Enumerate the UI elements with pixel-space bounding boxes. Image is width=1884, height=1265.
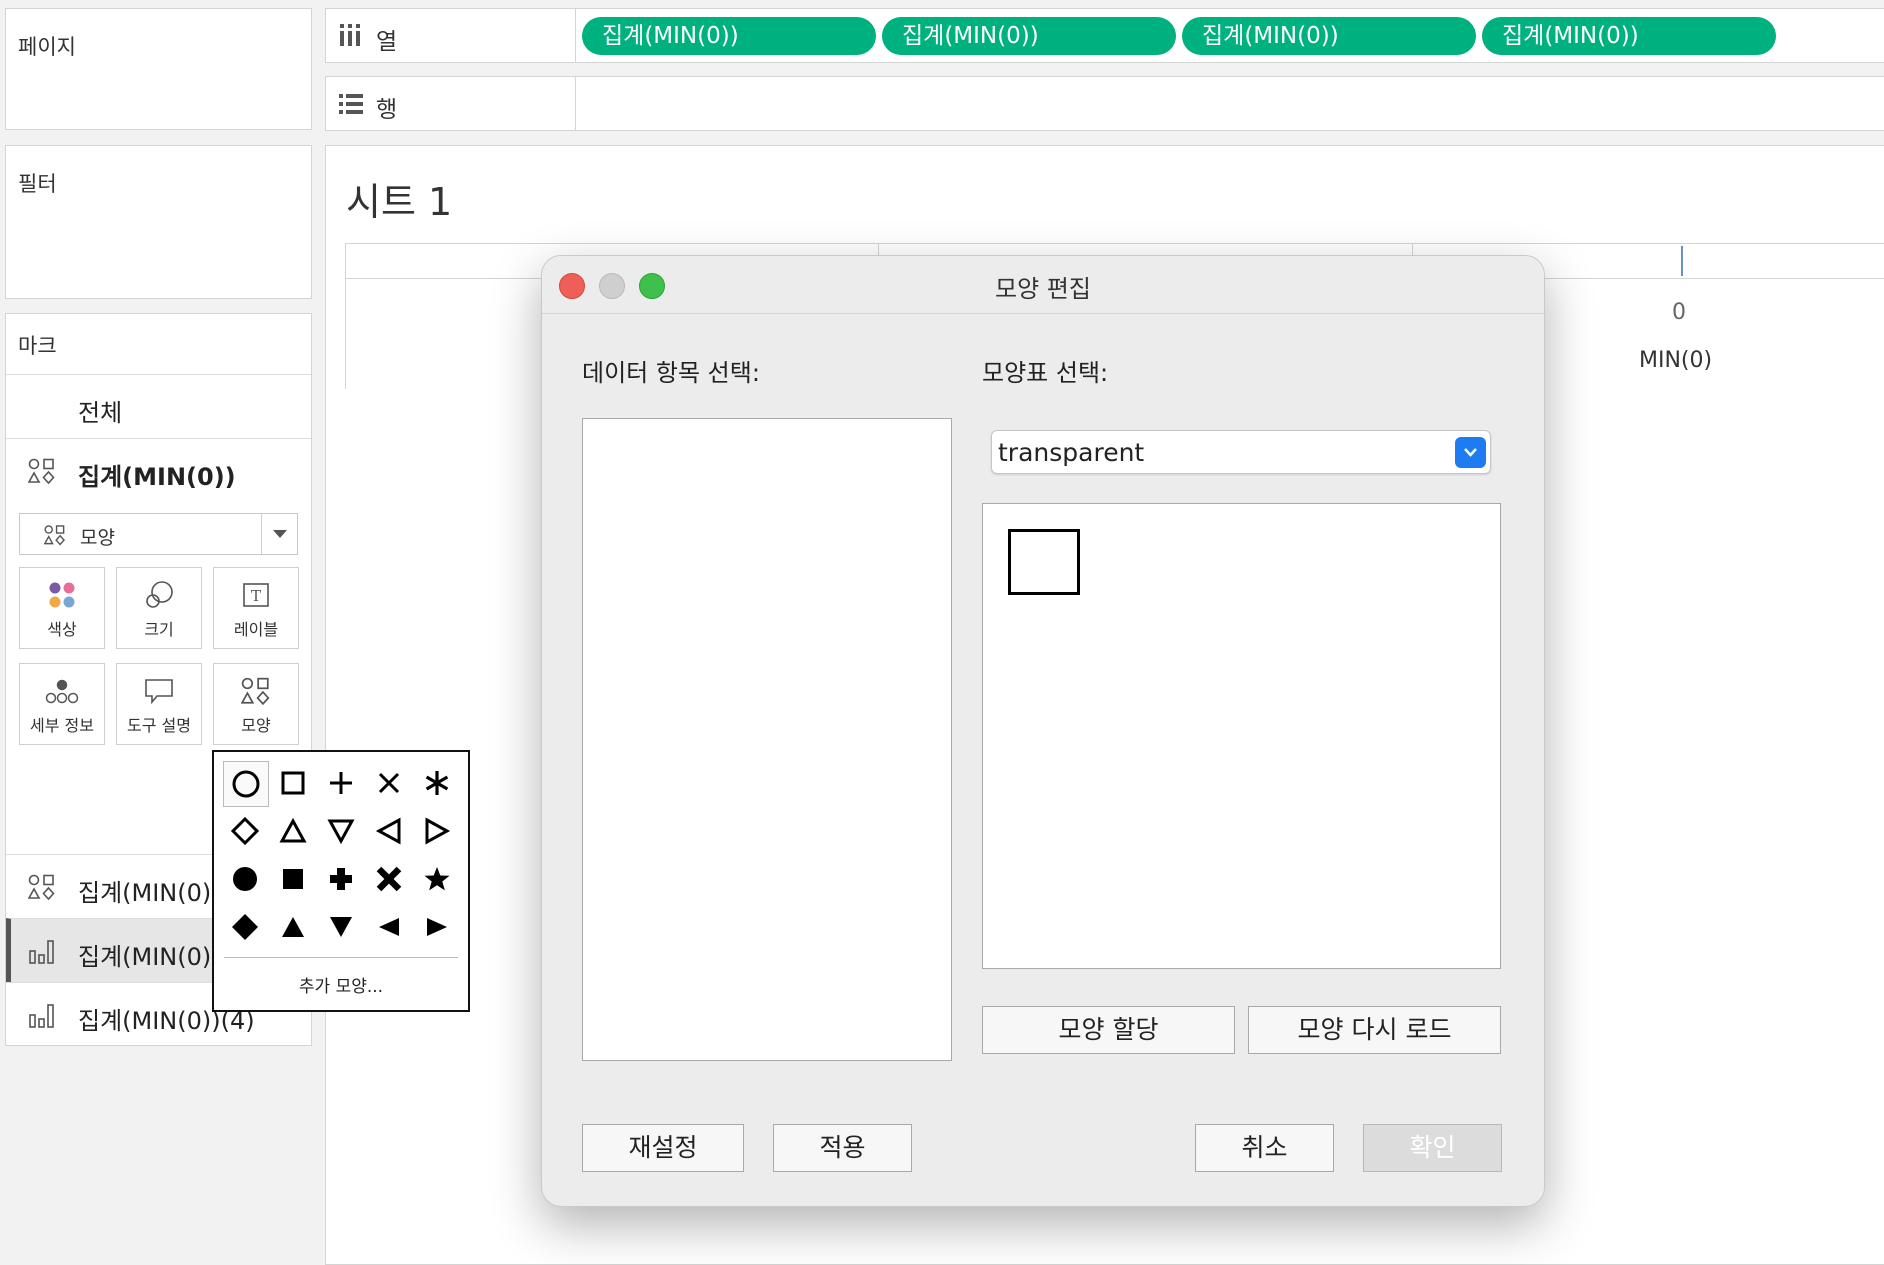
circle-filled-icon[interactable] [223, 857, 267, 901]
circle-outline-icon[interactable] [223, 761, 269, 807]
more-shapes-link[interactable]: 추가 모양... [214, 972, 468, 997]
triangle-left-outline-icon[interactable] [367, 809, 411, 853]
color-icon [49, 582, 75, 608]
triangle-up-filled-icon[interactable] [271, 905, 315, 949]
filters-card[interactable]: 필터 [5, 145, 312, 299]
bar-chart-icon [29, 940, 54, 964]
rows-shelf[interactable]: 행 [325, 76, 1884, 131]
marks-active-field-label: 집계(MIN(0)) [78, 463, 236, 491]
dialog-titlebar[interactable]: 모양 편집 [542, 256, 1544, 314]
asterisk-icon[interactable] [415, 761, 459, 805]
shape-grid[interactable] [982, 503, 1501, 969]
size-button-label: 크기 [144, 620, 174, 639]
marks-all-label: 전체 [78, 399, 123, 427]
triangle-right-outline-icon[interactable] [415, 809, 459, 853]
rows-label: 행 [376, 97, 398, 123]
square-outline-icon[interactable] [271, 761, 315, 805]
reset-button[interactable]: 재설정 [582, 1124, 744, 1172]
column-pill[interactable]: 집계(MIN(0)) [1182, 17, 1476, 55]
axis-title: MIN(0) [1639, 348, 1713, 373]
marks-title: 마크 [18, 334, 57, 358]
cross-icon[interactable] [367, 761, 411, 805]
shape-mark-icon [28, 458, 55, 485]
chevron-down-icon [273, 530, 287, 538]
columns-icon [340, 24, 360, 46]
columns-label: 열 [376, 29, 398, 55]
label-button-label: 레이블 [233, 620, 279, 639]
select-arrow-button[interactable] [1455, 437, 1486, 468]
plus-icon[interactable] [319, 761, 363, 805]
mark-type-dropdown[interactable]: 모양 [19, 513, 298, 555]
edit-shape-dialog: 모양 편집 데이터 항목 선택: 모양표 선택: transparent 모양 … [541, 255, 1545, 1207]
detail-icon [45, 679, 79, 704]
shape-palette-popup: 추가 모양... [212, 750, 470, 1012]
shape-mark-icon [44, 525, 65, 546]
axis-tick-label: 0 [1672, 300, 1686, 325]
marks-active-field-tab[interactable]: 집계(MIN(0)) [6, 438, 311, 502]
assign-shape-button[interactable]: 모양 할당 [982, 1006, 1235, 1054]
detail-button[interactable]: 세부 정보 [19, 663, 105, 745]
shape-mark-icon [241, 677, 270, 706]
chevron-down-icon [1464, 448, 1477, 457]
triangle-down-outline-icon[interactable] [319, 809, 363, 853]
star-filled-icon[interactable] [415, 857, 459, 901]
ok-button[interactable]: 확인 [1363, 1124, 1502, 1172]
field-row-label: 집계(MIN(0)) [78, 879, 221, 907]
triangle-up-outline-icon[interactable] [271, 809, 315, 853]
detail-button-label: 세부 정보 [30, 716, 94, 735]
rows-shelf-label: 행 [326, 77, 576, 130]
color-button[interactable]: 색상 [19, 567, 105, 649]
color-button-label: 색상 [47, 620, 77, 639]
text-label-icon: T [243, 583, 269, 607]
triangle-right-filled-icon[interactable] [415, 905, 459, 949]
tooltip-button[interactable]: 도구 설명 [116, 663, 202, 745]
field-row-label: 집계(MIN(0)) [78, 943, 221, 971]
rows-icon [339, 94, 363, 114]
dialog-title: 모양 편집 [995, 275, 1091, 303]
palette-select[interactable]: transparent [991, 430, 1491, 474]
shape-mark-icon [28, 874, 55, 901]
palette-divider [224, 957, 458, 958]
sheet-title: 시트 1 [346, 180, 453, 224]
triangle-down-filled-icon[interactable] [319, 905, 363, 949]
palette-select-value: transparent [998, 438, 1145, 467]
tooltip-icon [145, 679, 173, 705]
marks-all-tab[interactable]: 전체 [6, 374, 311, 438]
diamond-outline-icon[interactable] [223, 809, 267, 853]
svg-text:T: T [251, 587, 261, 605]
reload-shapes-button[interactable]: 모양 다시 로드 [1248, 1006, 1501, 1054]
apply-button[interactable]: 적용 [773, 1124, 912, 1172]
data-item-label: 데이터 항목 선택: [582, 359, 760, 387]
diamond-filled-icon[interactable] [223, 905, 267, 949]
pane-left-border [345, 279, 346, 389]
cross-filled-icon[interactable] [367, 857, 411, 901]
column-pill[interactable]: 집계(MIN(0)) [582, 17, 876, 55]
shape-button-label: 모양 [241, 716, 271, 735]
columns-shelf-label: 열 [326, 9, 576, 62]
shape-button[interactable]: 모양 [213, 663, 299, 745]
cancel-button[interactable]: 취소 [1195, 1124, 1334, 1172]
dropdown-divider [261, 514, 262, 554]
label-button[interactable]: T 레이블 [213, 567, 299, 649]
palette-label: 모양표 선택: [982, 359, 1109, 387]
column-pill[interactable]: 집계(MIN(0)) [1482, 17, 1776, 55]
filters-title: 필터 [18, 172, 57, 196]
pages-card: 페이지 [5, 8, 312, 130]
square-filled-icon[interactable] [271, 857, 315, 901]
triangle-left-filled-icon[interactable] [367, 905, 411, 949]
mark-type-label: 모양 [80, 527, 115, 549]
tooltip-button-label: 도구 설명 [127, 716, 191, 735]
data-item-list[interactable] [582, 418, 952, 1061]
column-pill[interactable]: 집계(MIN(0)) [882, 17, 1176, 55]
transparent-square-shape[interactable] [1008, 529, 1080, 595]
size-icon [146, 581, 173, 608]
size-button[interactable]: 크기 [116, 567, 202, 649]
axis-tick-mark [1681, 246, 1683, 276]
columns-shelf[interactable]: 열 집계(MIN(0)) 집계(MIN(0)) 집계(MIN(0)) 집계(MI… [325, 8, 1884, 63]
bar-chart-icon [29, 1004, 54, 1028]
pages-title: 페이지 [18, 35, 76, 59]
plus-filled-icon[interactable] [319, 857, 363, 901]
